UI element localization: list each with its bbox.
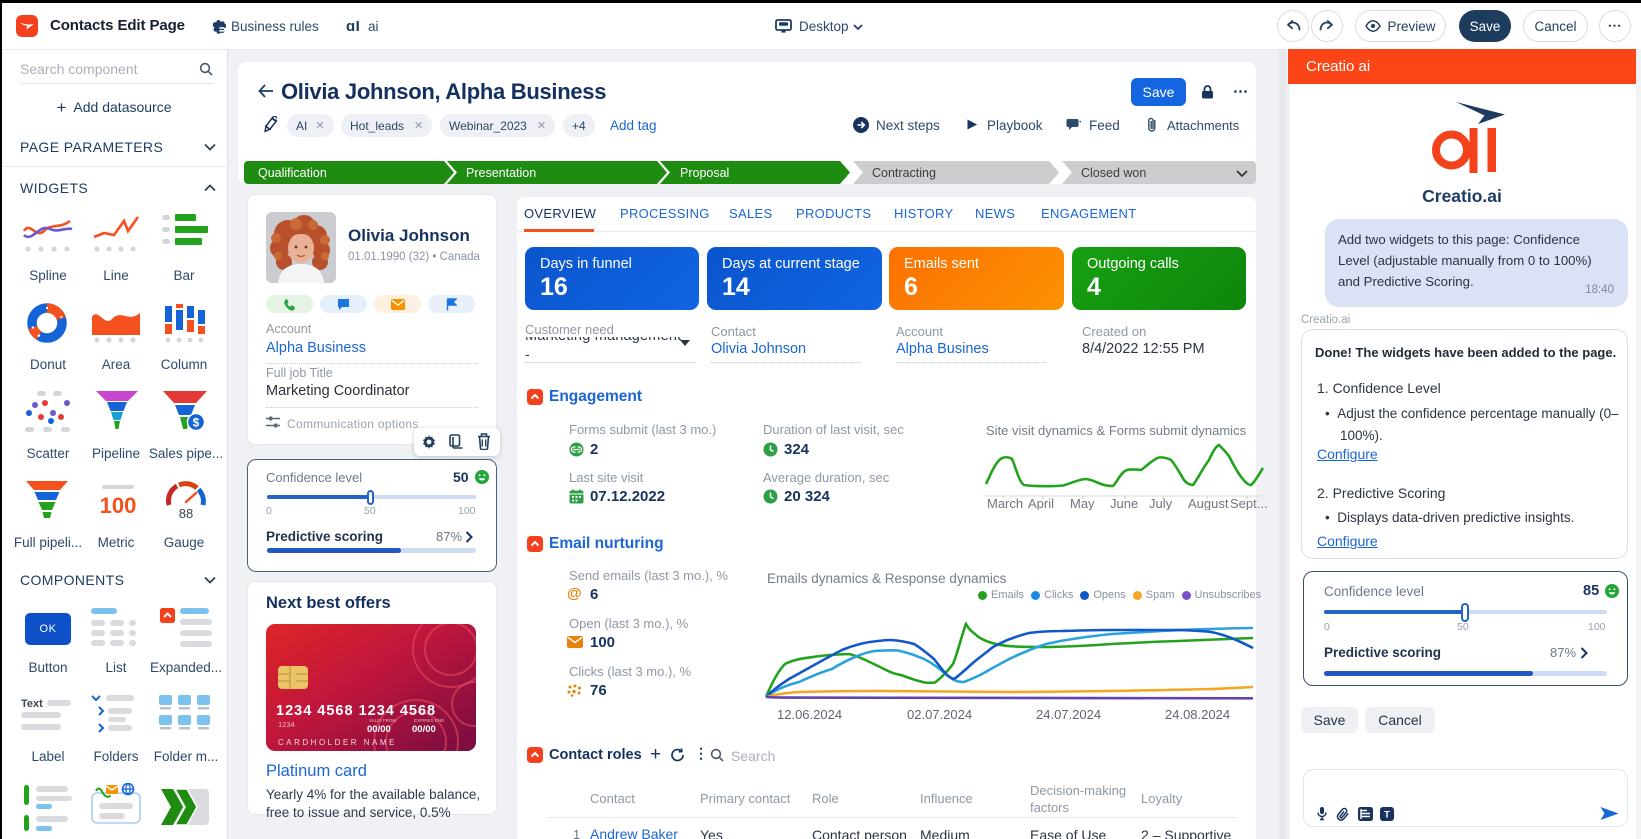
svg-text:April: April	[1028, 496, 1054, 510]
svg-text:00/00: 00/00	[367, 724, 391, 735]
svg-text:T: T	[1384, 810, 1390, 821]
svg-text:Contracting: Contracting	[872, 166, 936, 180]
svg-text:Closed won: Closed won	[1081, 166, 1146, 180]
svg-text:VALID FROM: VALID FROM	[369, 718, 396, 723]
svg-text:Proposal: Proposal	[680, 166, 729, 180]
svg-text:$: $	[193, 416, 200, 430]
svg-text:88: 88	[179, 506, 193, 521]
svg-text:March: March	[987, 496, 1023, 510]
svg-text:Qualification: Qualification	[258, 166, 327, 180]
svg-text:24.07.2024: 24.07.2024	[1036, 707, 1101, 722]
svg-text:100: 100	[100, 493, 137, 518]
svg-text:1234 4568 1234 4568: 1234 4568 1234 4568	[276, 703, 436, 719]
svg-text:1234: 1234	[278, 720, 295, 729]
svg-text:00/00: 00/00	[412, 724, 436, 735]
svg-text:24.08.2024: 24.08.2024	[1165, 707, 1230, 722]
svg-text:EXPIRES END: EXPIRES END	[414, 718, 445, 723]
svg-text:CARDHOLDER NAME: CARDHOLDER NAME	[278, 738, 397, 747]
svg-text:Sept...: Sept...	[1230, 496, 1267, 510]
svg-text:02.07.2024: 02.07.2024	[907, 707, 972, 722]
svg-text:Text: Text	[21, 698, 43, 710]
svg-text:12.06.2024: 12.06.2024	[777, 707, 842, 722]
svg-text:Presentation: Presentation	[466, 166, 536, 180]
svg-text:June: June	[1110, 496, 1138, 510]
svg-text:May: May	[1070, 496, 1095, 510]
svg-text:July: July	[1149, 496, 1173, 510]
svg-text:August: August	[1188, 496, 1229, 510]
